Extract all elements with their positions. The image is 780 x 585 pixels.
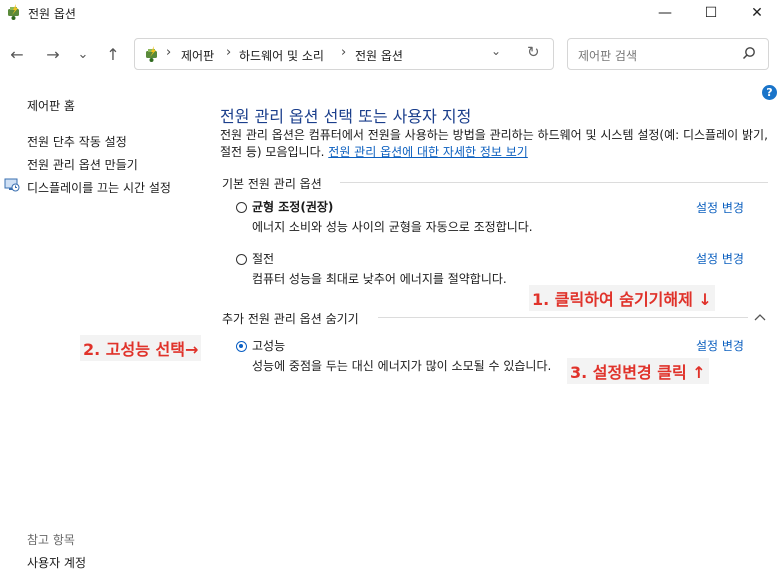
breadcrumb-control-panel[interactable]: 제어판 (181, 47, 214, 64)
radio-high-performance[interactable] (236, 341, 247, 352)
more-info-link[interactable]: 전원 관리 옵션에 대한 자세한 정보 보기 (328, 145, 528, 159)
radio-balanced[interactable] (236, 202, 247, 213)
address-bar[interactable]: › 제어판 › 하드웨어 및 소리 › 전원 옵션 ⌄ ↻ (134, 38, 554, 70)
sidebar-item-create-plan[interactable]: 전원 관리 옵션 만들기 (27, 156, 138, 173)
change-settings-power-saver-link[interactable]: 설정 변경 (696, 250, 744, 267)
group-divider (340, 182, 768, 183)
see-also-heading: 참고 항목 (27, 533, 75, 547)
chevron-right-icon: › (341, 45, 347, 60)
sidebar-item-user-accounts[interactable]: 사용자 계정 (27, 554, 86, 571)
plan-name-high-performance[interactable]: 고성능 (252, 337, 285, 354)
maximize-button[interactable]: ☐ (688, 0, 734, 26)
basic-plans-group-label: 기본 전원 관리 옵션 (222, 177, 322, 191)
chevron-right-icon: › (166, 45, 172, 60)
back-button[interactable]: ← (4, 40, 30, 68)
plan-name-power-saver[interactable]: 절전 (252, 250, 274, 267)
annotation-step3: 3. 설정변경 클릭 ↑ (567, 358, 709, 384)
change-settings-balanced-link[interactable]: 설정 변경 (696, 199, 744, 216)
window-title: 전원 옵션 (28, 7, 76, 21)
plan-name-balanced[interactable]: 균형 조정(권장) (252, 198, 333, 215)
close-button[interactable]: ✕ (734, 0, 780, 26)
forward-button[interactable]: → (40, 40, 66, 68)
sidebar-home-link[interactable]: 제어판 홈 (27, 97, 75, 114)
display-clock-icon (4, 178, 20, 192)
chevron-up-icon[interactable] (754, 313, 766, 321)
recent-locations-button[interactable]: ⌄ (70, 40, 96, 68)
sidebar-item-display-off[interactable]: 디스플레이를 끄는 시간 설정 (27, 179, 171, 196)
page-title: 전원 관리 옵션 선택 또는 사용자 지정 (220, 107, 472, 126)
extra-plans-toggle[interactable]: 추가 전원 관리 옵션 숨기기 (222, 310, 359, 327)
page-description: 전원 관리 옵션은 컴퓨터에서 전원을 사용하는 방법을 관리하는 하드웨어 및… (220, 127, 772, 161)
search-icon[interactable] (742, 46, 756, 60)
search-box[interactable]: 제어판 검색 (567, 38, 769, 70)
chevron-down-icon[interactable]: ⌄ (491, 44, 501, 58)
change-settings-high-performance-link[interactable]: 설정 변경 (696, 337, 744, 354)
breadcrumb-hardware-sound[interactable]: 하드웨어 및 소리 (239, 47, 324, 64)
chevron-right-icon: › (226, 45, 232, 60)
help-icon[interactable]: ? (762, 85, 777, 100)
breadcrumb-power-options[interactable]: 전원 옵션 (355, 47, 403, 64)
radio-power-saver[interactable] (236, 254, 247, 265)
sidebar-item-power-buttons[interactable]: 전원 단추 작동 설정 (27, 133, 127, 150)
minimize-button[interactable]: — (642, 0, 688, 26)
group-divider (378, 317, 748, 318)
plan-desc-balanced: 에너지 소비와 성능 사이의 균형을 자동으로 조정합니다. (252, 220, 533, 234)
annotation-step1: 1. 클릭하여 숨기기해제 ↓ (529, 285, 715, 311)
power-options-icon (146, 46, 157, 62)
plan-desc-high-performance: 성능에 중점을 두는 대신 에너지가 많이 소모될 수 있습니다. (252, 359, 552, 373)
title-bar: 전원 옵션 — ☐ ✕ (0, 0, 780, 26)
refresh-icon[interactable]: ↻ (527, 43, 540, 61)
search-input[interactable]: 제어판 검색 (578, 47, 637, 64)
up-button[interactable]: ↑ (100, 40, 126, 68)
plan-desc-power-saver: 컴퓨터 성능을 최대로 낮추어 에너지를 절약합니다. (252, 272, 507, 286)
annotation-step2: 2. 고성능 선택→ (80, 335, 202, 361)
power-options-icon (8, 4, 19, 20)
